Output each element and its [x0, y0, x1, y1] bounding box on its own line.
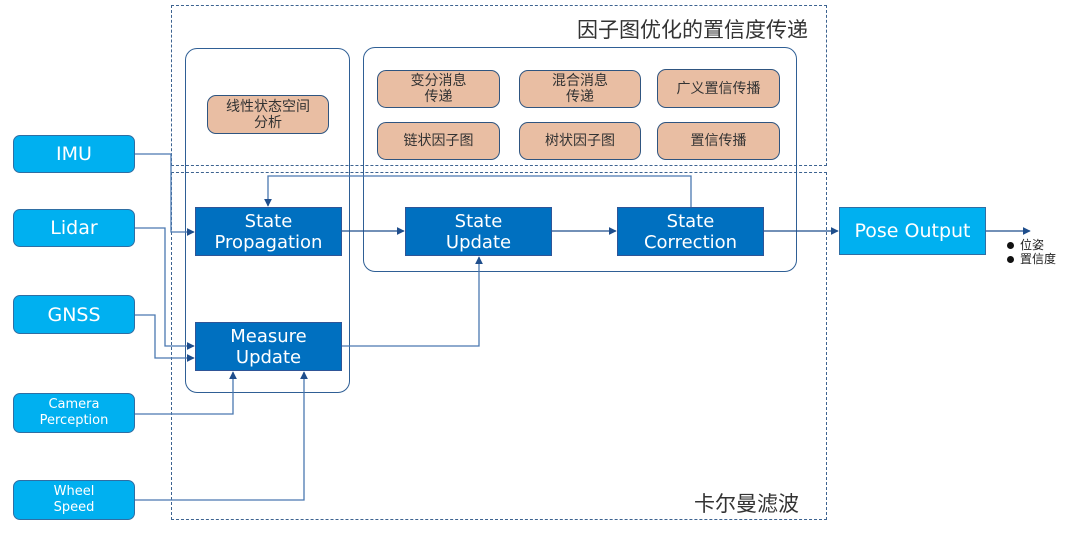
output-items-list: 位姿 置信度: [1007, 238, 1056, 266]
lidar-to-measure-line: [135, 227, 195, 350]
gnss-input-box: GNSS: [13, 295, 135, 334]
lidar-input-box: Lidar: [13, 209, 135, 247]
measure-update-block: Measure Update: [195, 322, 342, 371]
camera-to-measure-line: [135, 371, 237, 415]
measure-to-state-update-line: [342, 256, 483, 347]
imu-to-propagation-line: [135, 153, 195, 236]
camera-perception-input-box: Camera Perception: [13, 393, 135, 433]
state-correction-block: State Correction: [617, 207, 764, 256]
wheel-speed-input-box: Wheel Speed: [13, 480, 135, 520]
output-item-label: 置信度: [1020, 252, 1057, 266]
connectors: [135, 153, 1031, 501]
wheel-to-measure-line: [135, 371, 308, 501]
correction-feedback-line: [264, 175, 692, 207]
pose-output-box: Pose Output: [839, 207, 986, 255]
bullet-icon: [1007, 255, 1014, 263]
output-item-confidence: 置信度: [1007, 252, 1056, 266]
bullet-icon: [1007, 241, 1014, 249]
state-update-block: State Update: [405, 207, 552, 256]
output-item-pose: 位姿: [1007, 238, 1056, 252]
state-propagation-block: State Propagation: [195, 207, 342, 256]
sensor-fusion-diagram: 因子图优化的置信度传递 卡尔曼滤波 线性状态空间 分析 变分消息 传递 混合消息…: [0, 0, 1080, 533]
output-item-label: 位姿: [1020, 238, 1045, 252]
imu-input-box: IMU: [13, 135, 135, 173]
